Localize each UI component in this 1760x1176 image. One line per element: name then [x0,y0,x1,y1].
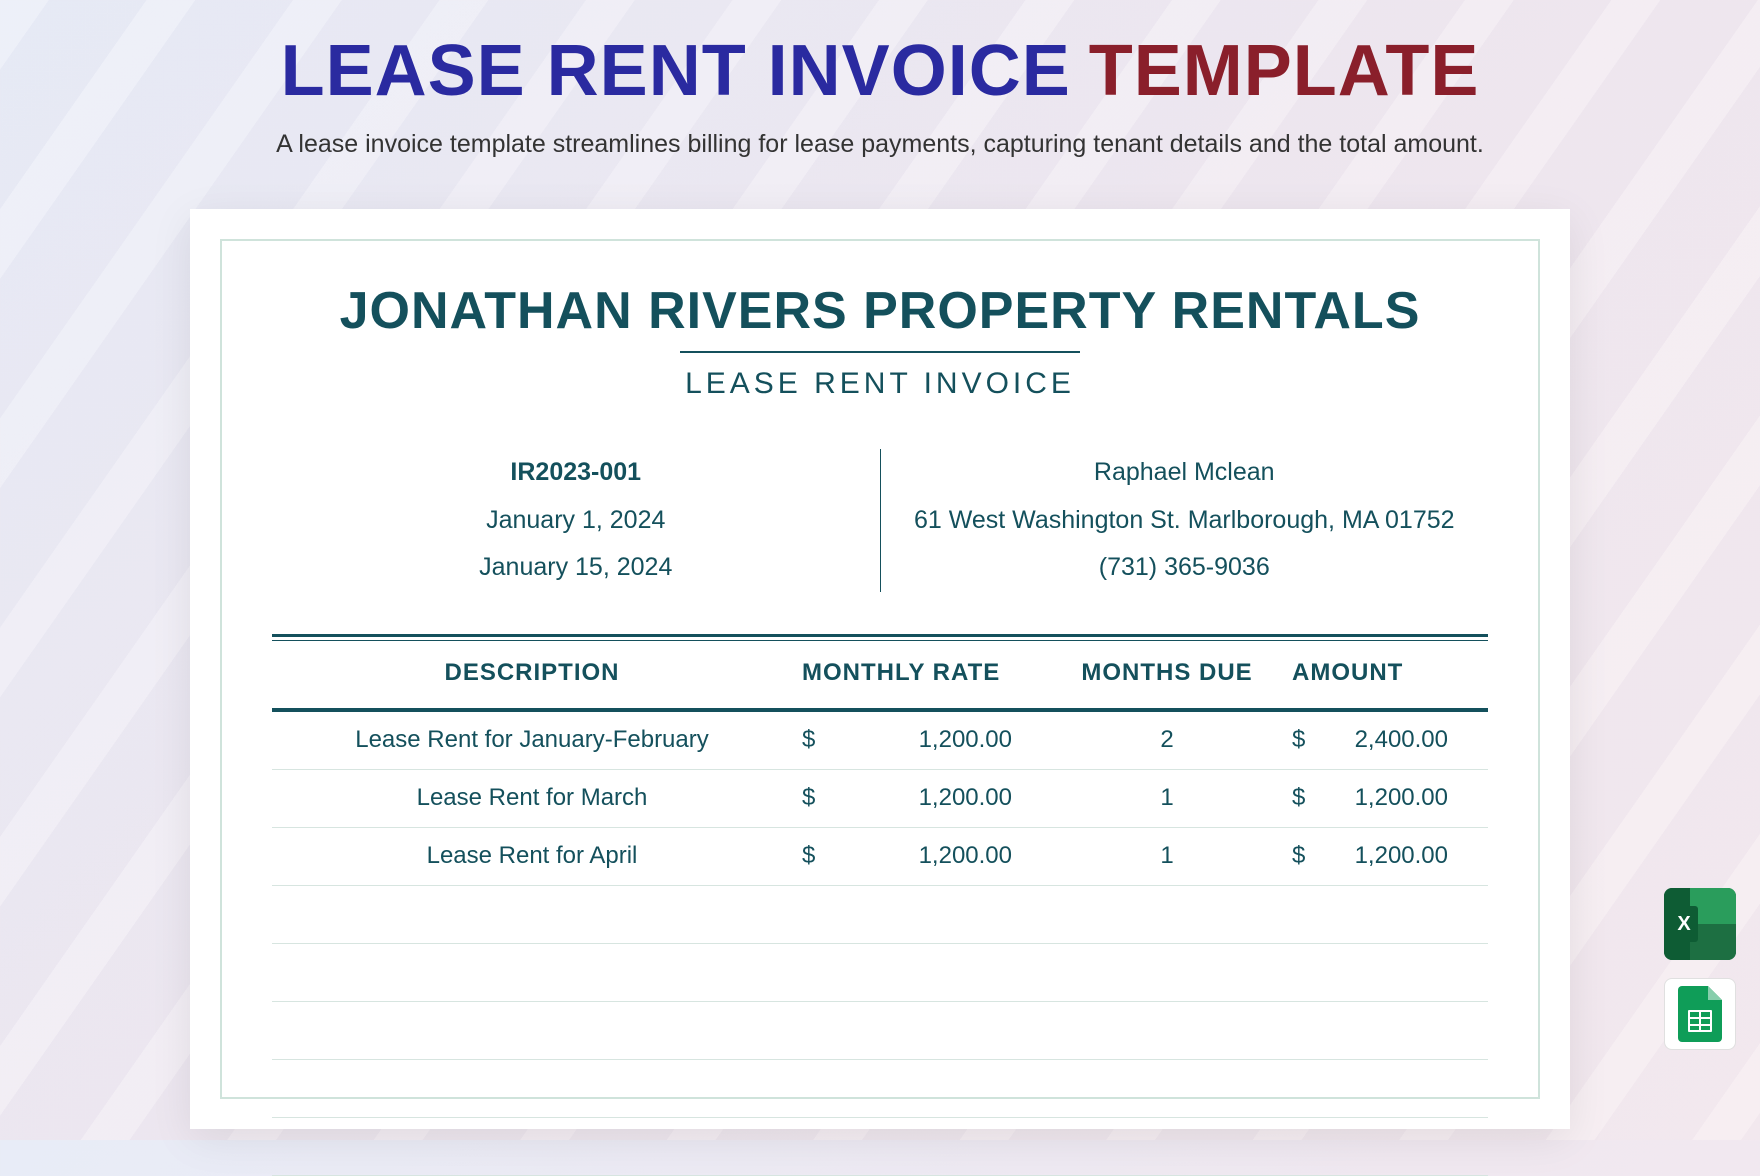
document-card: JONATHAN RIVERS PROPERTY RENTALS LEASE R… [190,209,1570,1129]
invoice-date-2: January 15, 2024 [272,544,880,592]
table-row: Lease Rent for April$1,200.001$1,200.00 [272,828,1488,886]
cell-description: Lease Rent for April [272,842,792,871]
col-header-description: DESCRIPTION [272,659,792,687]
invoice-number: IR2023-001 [272,449,880,497]
table-top-rule [272,634,1488,637]
table-row-empty [272,1060,1488,1118]
document-inner-border: JONATHAN RIVERS PROPERTY RENTALS LEASE R… [220,239,1540,1099]
company-underline [680,351,1080,353]
meta-right-column: Raphael Mclean 61 West Washington St. Ma… [881,449,1489,592]
format-icons [1664,888,1736,1050]
document-type: LEASE RENT INVOICE [272,367,1488,401]
cell-rate: $1,200.00 [792,842,1052,871]
cell-months: 1 [1052,842,1282,871]
cell-rate: $1,200.00 [792,726,1052,755]
cell-amount: $1,200.00 [1282,784,1488,813]
cell-amount: $2,400.00 [1282,726,1488,755]
cell-months: 2 [1052,726,1282,755]
page-title: LEASE RENT INVOICETEMPLATE [0,30,1760,112]
tenant-phone: (731) 365-9036 [881,544,1489,592]
title-accent: TEMPLATE [1089,31,1480,111]
page-header: LEASE RENT INVOICETEMPLATE A lease invoi… [0,0,1760,159]
meta-left-column: IR2023-001 January 1, 2024 January 15, 2… [272,449,881,592]
cell-months: 1 [1052,784,1282,813]
excel-icon[interactable] [1664,888,1736,960]
table-row: Lease Rent for March$1,200.001$1,200.00 [272,770,1488,828]
table-body: Lease Rent for January-February$1,200.00… [272,712,1488,1176]
col-header-rate: MONTHLY RATE [792,659,1052,687]
company-name: JONATHAN RIVERS PROPERTY RENTALS [272,281,1488,341]
col-header-amount: AMOUNT [1282,659,1488,687]
invoice-table: DESCRIPTION MONTHLY RATE MONTHS DUE AMOU… [272,634,1488,1176]
col-header-months: MONTHS DUE [1052,659,1282,687]
tenant-name: Raphael Mclean [881,449,1489,497]
cell-amount: $1,200.00 [1282,842,1488,871]
cell-rate: $1,200.00 [792,784,1052,813]
table-row: Lease Rent for January-February$1,200.00… [272,712,1488,770]
cell-description: Lease Rent for March [272,784,792,813]
sheets-glyph-icon [1678,986,1722,1042]
google-sheets-icon[interactable] [1664,978,1736,1050]
cell-description: Lease Rent for January-February [272,726,792,755]
page-subtitle: A lease invoice template streamlines bil… [0,130,1760,159]
meta-row: IR2023-001 January 1, 2024 January 15, 2… [272,449,1488,592]
tenant-address: 61 West Washington St. Marlborough, MA 0… [881,497,1489,545]
title-main: LEASE RENT INVOICE [281,31,1071,111]
table-row-empty [272,944,1488,1002]
table-row-empty [272,886,1488,944]
table-row-empty [272,1002,1488,1060]
invoice-date-1: January 1, 2024 [272,497,880,545]
table-row-empty [272,1118,1488,1176]
table-header-row: DESCRIPTION MONTHLY RATE MONTHS DUE AMOU… [272,641,1488,705]
